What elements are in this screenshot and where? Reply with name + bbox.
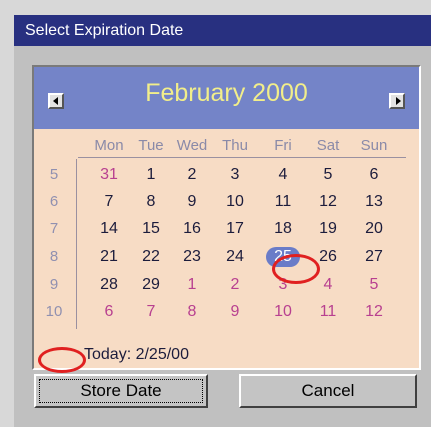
next-month-button[interactable]	[389, 93, 405, 109]
day-cell[interactable]: 5	[311, 165, 345, 185]
day-cell[interactable]: 11	[266, 192, 300, 212]
week-number: 5	[49, 166, 59, 183]
day-cell[interactable]: 4	[266, 165, 300, 185]
day-cell[interactable]: 8	[175, 302, 209, 322]
day-cell[interactable]: 22	[134, 247, 168, 267]
day-cell[interactable]: 6	[92, 302, 126, 322]
day-cell[interactable]: 18	[266, 219, 300, 239]
day-cell[interactable]: 3	[218, 165, 252, 185]
day-cell[interactable]: 10	[266, 302, 300, 322]
week-number: 9	[49, 276, 59, 293]
day-cell[interactable]: 7	[92, 192, 126, 212]
day-cell[interactable]: 29	[134, 275, 168, 295]
day-cell[interactable]: 31	[92, 165, 126, 185]
dialog-title: Select Expiration Date	[14, 15, 431, 46]
day-cell[interactable]: 16	[175, 219, 209, 239]
focus-rectangle	[39, 379, 203, 403]
day-cell[interactable]: 7	[134, 302, 168, 322]
arrow-right-icon	[396, 97, 401, 105]
week-number-divider	[76, 159, 77, 329]
day-cell[interactable]: 8	[134, 192, 168, 212]
week-number: 8	[49, 248, 59, 265]
expiration-date-dialog: Select Expiration Date February 2000 Mon…	[14, 15, 431, 427]
week-number: 7	[49, 220, 59, 237]
day-cell[interactable]: 1	[175, 275, 209, 295]
calendar-header: February 2000	[34, 67, 419, 129]
day-cell[interactable]: 23	[175, 247, 209, 267]
month-year-label: February 2000	[145, 79, 308, 107]
day-cell[interactable]: 14	[92, 219, 126, 239]
arrow-left-icon	[53, 97, 58, 105]
day-cell[interactable]: 26	[311, 247, 345, 267]
weekday-header: Fri	[274, 137, 292, 154]
weekday-header: Mon	[94, 137, 124, 154]
day-cell[interactable]: 3	[266, 275, 300, 295]
day-cell[interactable]: 6	[357, 165, 391, 185]
day-cell[interactable]: 13	[357, 192, 391, 212]
day-cell[interactable]: 28	[92, 275, 126, 295]
week-number: 6	[49, 193, 59, 210]
selected-day-cell[interactable]: 25	[266, 247, 300, 267]
day-cell[interactable]: 10	[218, 192, 252, 212]
day-cell[interactable]: 12	[311, 192, 345, 212]
weekday-header: Wed	[176, 137, 208, 154]
day-cell[interactable]: 2	[175, 165, 209, 185]
day-cell[interactable]: 12	[357, 302, 391, 322]
day-cell[interactable]: 4	[311, 275, 345, 295]
day-cell[interactable]: 15	[134, 219, 168, 239]
day-cell[interactable]: 21	[92, 247, 126, 267]
weekday-header: Sun	[360, 137, 388, 154]
day-cell[interactable]: 2	[218, 275, 252, 295]
day-cell[interactable]: 19	[311, 219, 345, 239]
cancel-label: Cancel	[301, 381, 355, 400]
today-annotation-circle	[38, 347, 86, 373]
day-cell[interactable]: 20	[357, 219, 391, 239]
day-cell[interactable]: 5	[357, 275, 391, 295]
weekday-header: Sat	[316, 137, 340, 154]
store-date-button[interactable]: Store Date	[34, 374, 208, 408]
weekday-header: Tue	[138, 137, 164, 154]
day-cell[interactable]: 27	[357, 247, 391, 267]
day-cell[interactable]: 11	[311, 302, 345, 322]
day-cell[interactable]: 9	[218, 302, 252, 322]
weekday-header: Thu	[222, 137, 248, 154]
prev-month-button[interactable]	[48, 93, 64, 109]
weekday-divider	[78, 157, 406, 158]
calendar: February 2000 Mon Tue Wed Thu Fri Sat Sun 5 31 1…	[32, 65, 421, 373]
day-cell[interactable]: 24	[218, 247, 252, 267]
day-cell[interactable]: 9	[175, 192, 209, 212]
week-number: 10	[45, 303, 63, 320]
cancel-button[interactable]: Cancel	[239, 374, 417, 408]
day-cell[interactable]: 17	[218, 219, 252, 239]
today-link[interactable]: Today: 2/25/00	[84, 346, 189, 364]
day-cell[interactable]: 1	[134, 165, 168, 185]
